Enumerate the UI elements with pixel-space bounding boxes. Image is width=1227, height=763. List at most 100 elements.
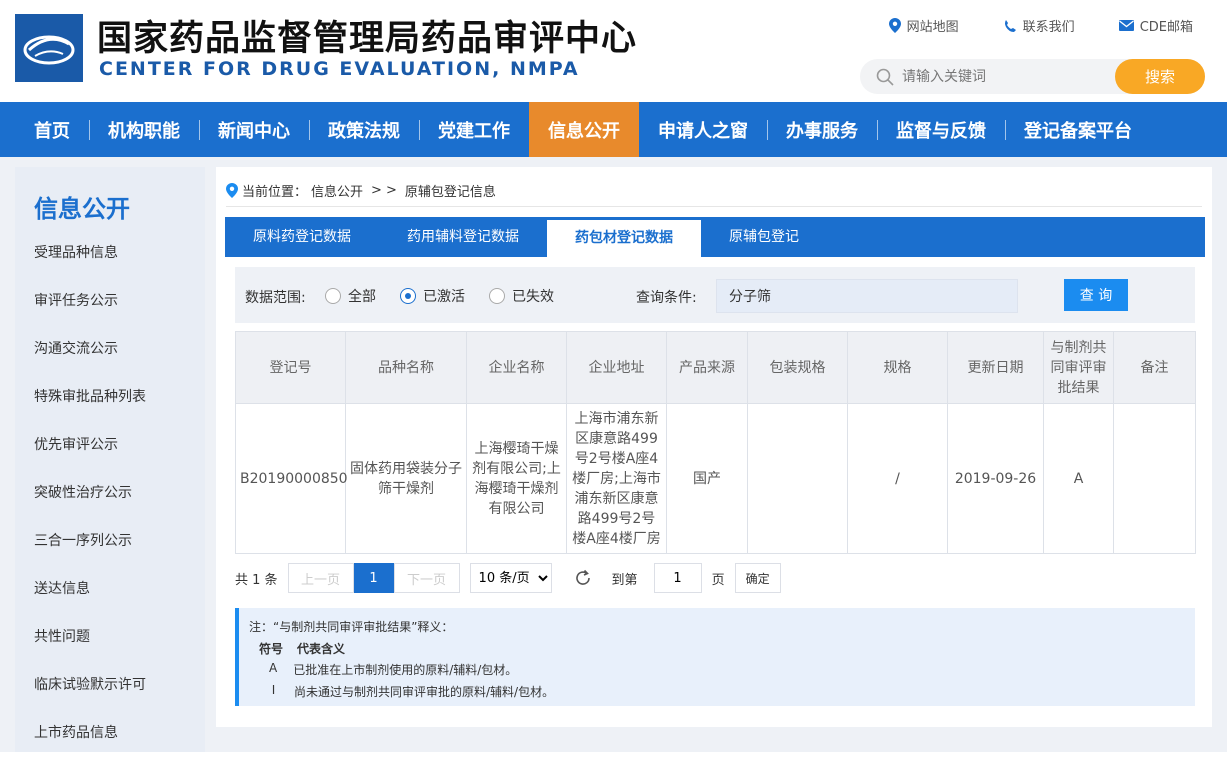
- table-cell: [1113, 403, 1196, 554]
- location-pin-icon: [888, 18, 901, 33]
- radio-circle: [325, 288, 341, 304]
- filter-bar: 数据范围: 全部 已激活 已失效 查询条件: 查 询: [235, 267, 1195, 323]
- tab[interactable]: 药用辅料登记数据: [379, 217, 547, 257]
- breadcrumb-separator: >: [371, 183, 382, 198]
- site-header: 国家药品监督管理局药品审评中心 CENTER FOR DRUG EVALUATI…: [0, 0, 1227, 102]
- nav-item[interactable]: 信息公开: [529, 102, 639, 157]
- table-cell: /: [847, 403, 948, 554]
- sidebar-item[interactable]: 特殊审批品种列表: [15, 379, 205, 427]
- breadcrumb-separator: >: [385, 183, 397, 198]
- table-header-cell: 备注: [1113, 331, 1196, 404]
- tab[interactable]: 原料药登记数据: [225, 217, 379, 257]
- table-header-cell: 产品来源: [666, 331, 748, 404]
- notes-row: A 已批准在上市制剂使用的原料/辅料/包材。: [269, 661, 517, 678]
- sidebar-item[interactable]: 受理品种信息: [15, 235, 205, 283]
- table-cell: A: [1043, 403, 1114, 554]
- sidebar-item[interactable]: 临床试验默示许可: [15, 667, 205, 715]
- nav-item[interactable]: 申请人之窗: [639, 102, 767, 157]
- breadcrumb-prefix: 当前位置：: [242, 185, 308, 200]
- current-page-button[interactable]: 1: [353, 563, 394, 593]
- result-notes: 注：“与制剂共同审评审批结果”释义： 符号 代表含义 A 已批准在上市制剂使用的…: [235, 608, 1195, 706]
- top-links: 网站地图 联系我们 CDE邮箱: [888, 16, 1193, 35]
- sidebar-item[interactable]: 共性问题: [15, 619, 205, 667]
- breadcrumb: 当前位置： 信息公开 > > 原辅包登记信息: [226, 181, 496, 200]
- total-count: 共 1 条: [235, 572, 278, 588]
- nav-item[interactable]: 办事服务: [767, 102, 877, 157]
- sidebar-item[interactable]: 送达信息: [15, 571, 205, 619]
- cde-mail-link[interactable]: CDE邮箱: [1118, 16, 1193, 35]
- table-header-cell: 更新日期: [947, 331, 1044, 404]
- prev-page-button[interactable]: 上一页: [287, 563, 354, 593]
- radio-all[interactable]: 全部: [325, 286, 376, 306]
- table-body: B20190000850 固体药用袋装分子筛干燥剂 上海樱琦干燥剂有限公司;上海樱琦…: [235, 403, 1196, 554]
- radio-invalid-label: 已失效: [512, 289, 554, 305]
- sidebar-item[interactable]: 三合一序列公示: [15, 523, 205, 571]
- radio-circle: [489, 288, 505, 304]
- next-page-button[interactable]: 下一页: [393, 563, 460, 593]
- query-button[interactable]: 查 询: [1064, 279, 1128, 311]
- notes-head-meaning: 代表含义: [297, 642, 346, 656]
- tab[interactable]: 原辅包登记: [701, 217, 827, 257]
- nav-item[interactable]: 机构职能: [89, 102, 199, 157]
- contact-link[interactable]: 联系我们: [1003, 16, 1075, 35]
- notes-row: I 尚未通过与制剂共同审评审批的原料/辅料/包材。: [269, 683, 554, 700]
- site-map-link[interactable]: 网站地图: [888, 16, 959, 35]
- registration-table: 登记号 品种名称 企业名称 企业地址 产品来源 包装规格 规格 更新日期 与制剂共同审评审批结果…: [235, 331, 1196, 554]
- table-cell: B20190000850: [235, 403, 348, 554]
- table-cell: [747, 403, 848, 554]
- sidebar-list: 受理品种信息 审评任务公示 沟通交流公示 特殊审批品种列表 优先审评公示 突破性治疗公示三…: [15, 235, 205, 763]
- sidebar-title: 信息公开: [34, 195, 130, 223]
- table-header-row: 登记号 品种名称 企业名称 企业地址 产品来源 包装规格 规格 更新日期 与制剂共同审评审批结果…: [235, 331, 1196, 404]
- nav-item[interactable]: 登记备案平台: [1005, 102, 1151, 157]
- table-header-cell: 包装规格: [747, 331, 848, 404]
- page-size-select[interactable]: 10 条/页: [469, 563, 552, 593]
- goto-suffix: 页: [711, 572, 725, 588]
- notes-meaning: 已批准在上市制剂使用的原料/辅料/包材。: [293, 663, 518, 677]
- cde-logo[interactable]: [15, 14, 83, 82]
- search-button[interactable]: 搜索: [1115, 59, 1205, 94]
- nav-item[interactable]: 政策法规: [309, 102, 419, 157]
- site-map-label: 网站地图: [906, 20, 959, 35]
- table-row: B20190000850 固体药用袋装分子筛干燥剂 上海樱琦干燥剂有限公司;上海樱琦…: [235, 403, 1196, 554]
- table-cell: 上海樱琦干燥剂有限公司;上海樱琦干燥剂有限公司: [466, 403, 567, 554]
- radio-active-label: 已激活: [423, 289, 465, 305]
- nav-item[interactable]: 新闻中心: [199, 102, 309, 157]
- radio-invalid[interactable]: 已失效: [489, 286, 554, 306]
- mail-icon: [1118, 20, 1134, 31]
- registration-tabs: 原料药登记数据 药用辅料登记数据 药包材登记数据 原辅包登记: [225, 217, 1205, 257]
- table-cell: 上海市浦东新区康意路499号2号楼A座4楼厂房;上海市浦东新区康意路499号2号…: [566, 403, 667, 554]
- pagination: 共 1 条 上一页 1 下一页 10 条/页 到第 页 确定: [235, 563, 781, 593]
- sidebar-item[interactable]: 优先审评公示: [15, 427, 205, 475]
- nav-item[interactable]: 首页: [15, 102, 89, 157]
- sidebar-item[interactable]: 突破性治疗公示: [15, 475, 205, 523]
- table-header-cell: 企业地址: [566, 331, 667, 404]
- goto-confirm-button[interactable]: 确定: [734, 563, 781, 593]
- breadcrumb-item-current: 原辅包登记信息: [404, 185, 496, 200]
- search-input[interactable]: [872, 59, 1117, 94]
- table-cell: 固体药用袋装分子筛干燥剂: [345, 403, 467, 554]
- tab[interactable]: 药包材登记数据: [547, 220, 701, 257]
- nav-item[interactable]: 监督与反馈: [877, 102, 1005, 157]
- notes-symbol: A: [269, 661, 278, 675]
- table-header-cell: 企业名称: [466, 331, 567, 404]
- refresh-icon[interactable]: [574, 569, 592, 587]
- site-title-cn: 国家药品监督管理局药品审评中心: [97, 19, 638, 59]
- radio-all-label: 全部: [348, 289, 376, 305]
- site-title-en: CENTER FOR DRUG EVALUATION, NMPA: [99, 58, 580, 80]
- goto-page-input[interactable]: [653, 563, 702, 593]
- sidebar-item[interactable]: 上市药品信息: [15, 715, 205, 763]
- table-header-cell: 登记号: [235, 331, 346, 404]
- table-cell: 国产: [666, 403, 748, 554]
- query-condition-input[interactable]: [716, 279, 1018, 313]
- nav-item[interactable]: 党建工作: [419, 102, 529, 157]
- cde-mail-label: CDE邮箱: [1139, 20, 1193, 35]
- goto-prefix: 到第: [611, 572, 638, 588]
- phone-icon: [1004, 19, 1016, 32]
- logo-emblem-icon: [23, 35, 75, 65]
- radio-circle-checked: [400, 288, 416, 304]
- main-content: 当前位置： 信息公开 > > 原辅包登记信息 原料药登记数据 药用辅料登记数据 药包…: [216, 167, 1212, 727]
- radio-active[interactable]: 已激活: [400, 286, 465, 306]
- breadcrumb-item-info[interactable]: 信息公开: [311, 181, 363, 200]
- sidebar-item[interactable]: 沟通交流公示: [15, 331, 205, 379]
- sidebar-item[interactable]: 审评任务公示: [15, 283, 205, 331]
